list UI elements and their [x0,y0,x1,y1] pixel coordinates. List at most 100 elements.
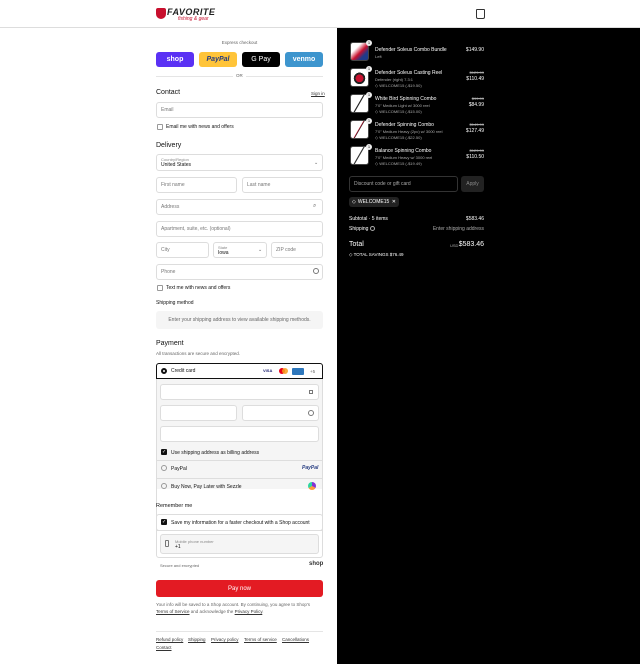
country-select[interactable]: Country/Region United States [156,154,323,171]
product-variant: 7'0" Medium Light w/ 3000 reel [375,103,430,108]
sign-in-link[interactable]: Sign in [311,91,325,96]
original-price: $129.99 [469,148,484,153]
legal-text-1: Your info will be saved to a Shop accoun… [156,602,311,607]
original-price: $149.99 [469,122,484,127]
credit-card-radio[interactable] [161,368,167,374]
total-savings: ◇ TOTAL SAVINGS $76.49 [349,252,404,257]
pay-now-button[interactable]: Pay now [156,580,323,597]
mobile-phone-value: +1 [175,543,181,550]
text-news-label: Text me with news and offers [166,285,231,291]
legal-and: and acknowledge the [190,608,234,614]
paypal-label: PayPal [171,466,187,472]
apartment-field[interactable]: Apartment, suite, etc. (optional) [156,221,323,237]
product-variant: Left [375,54,382,59]
close-icon[interactable]: ✕ [392,199,396,205]
credit-card-label: Credit card [171,368,196,374]
terms-of-service-link[interactable]: Terms of service [244,637,277,642]
address-field[interactable]: Address [156,199,323,215]
email-field[interactable]: Email [156,102,323,118]
sezzle-icon [308,482,316,490]
refund-policy-link[interactable]: Refund policy [156,637,183,642]
venmo-button[interactable]: venmo [285,52,323,67]
visa-icon: VISA [263,368,273,373]
billing-address-label: Use shipping address as billing address [171,450,260,456]
discount-text: WELCOME15 (-$19.49) [379,161,422,166]
discount-code: WELCOME15 [357,199,390,205]
total-value: $583.46 [458,241,484,248]
expiration-date-field[interactable] [160,405,237,421]
secure-encrypted-label: Secure and encrypted [160,563,200,568]
google-pay-button[interactable]: G Pay [242,52,280,67]
discount-text: WELCOME15 (-$19.50) [379,83,422,88]
phone-field[interactable]: Phone [156,264,323,280]
save-info-checkbox[interactable]: ✓ [161,519,167,525]
brand-logo[interactable]: FAVORITE fishing & gear [156,6,226,22]
text-news-checkbox[interactable] [157,285,163,291]
divider [156,530,323,531]
product-price: $110.49 [466,76,484,82]
zip-field[interactable]: ZIP code [271,242,323,258]
mobile-phone-field[interactable]: Mobile phone number +1 [160,534,319,554]
checkout-form: Express checkout shop PayPal G Pay venmo… [0,28,337,664]
discount-text: WELCOME15 (-$15.00) [379,109,422,114]
quantity-badge: 1 [366,66,372,72]
shopping-bag-icon[interactable] [476,9,485,19]
shipping-label: Shipping [349,226,369,232]
product-price: $149.90 [465,47,484,53]
card-number-field[interactable] [160,384,319,400]
delivery-heading: Delivery [156,142,182,149]
sezzle-radio[interactable] [161,483,167,489]
discount-code-input[interactable]: Discount code or gift card [349,176,458,192]
shield-icon [156,8,166,19]
privacy-policy-link[interactable]: Privacy policy [211,637,239,642]
payment-heading: Payment [156,340,184,347]
divider [156,631,323,632]
subtotal-label: Subtotal · 5 items [349,216,388,222]
shipping-value: Enter shipping address [432,226,484,232]
chevron-down-icon: ⌄ [314,160,319,166]
last-name-field[interactable]: Last name [242,177,323,193]
contact-heading: Contact [156,89,181,96]
brand-tagline: fishing & gear [178,16,209,22]
email-news-label: Email me with news and offers [166,124,234,130]
paypal-button[interactable]: PayPal [199,52,237,67]
lock-icon [309,390,313,394]
product-price: $84.99 [468,102,484,108]
name-on-card-field[interactable] [160,426,319,442]
paypal-radio[interactable] [161,465,167,471]
legal-text: Your info will be saved to a Shop accoun… [156,602,323,615]
contact-link[interactable]: Contact [156,645,172,650]
tag-icon: ◇ [352,199,356,205]
shipping-link[interactable]: Shipping [188,637,206,642]
discount-line: ◇ WELCOME15 (-$19.49) [375,161,422,166]
express-checkout-title: Express checkout [221,40,258,45]
shop-pay-button[interactable]: shop [156,52,194,67]
product-price: $110.50 [466,154,484,160]
cancellations-link[interactable]: Cancellations [282,637,309,642]
city-field[interactable]: City [156,242,209,258]
discount-line: ◇ WELCOME15 (-$19.50) [375,83,422,88]
shipping-method-heading: Shipping method [156,300,194,306]
order-summary: 1 Defender Soleus Combo Bundle Left $149… [337,28,640,664]
email-news-checkbox[interactable] [157,124,163,130]
terms-link[interactable]: Terms of Service [156,609,190,614]
privacy-link[interactable]: Privacy Policy [235,609,263,614]
help-icon[interactable] [370,226,375,231]
save-info-label: Save my information for a faster checkou… [171,520,310,526]
product-variant: Defender (right) 7.3:1 [375,77,414,82]
state-value: Iowa [218,249,229,256]
billing-address-checkbox[interactable]: ✓ [161,449,167,455]
header: FAVORITE fishing & gear [0,0,640,28]
quantity-badge: 1 [366,144,372,150]
mastercard-icon [278,368,288,374]
discount-line: ◇ WELCOME15 (-$15.00) [375,109,422,114]
help-icon[interactable] [313,268,319,274]
first-name-field[interactable]: First name [156,177,237,193]
quantity-badge: 1 [366,40,372,46]
apply-button[interactable]: Apply [461,176,484,192]
quantity-badge: 1 [366,118,372,124]
country-value: United States [161,162,192,168]
subtotal-value: $583.46 [465,216,484,222]
help-icon[interactable] [308,410,314,416]
shipping-method-placeholder: Enter your shipping address to view avai… [156,311,323,329]
